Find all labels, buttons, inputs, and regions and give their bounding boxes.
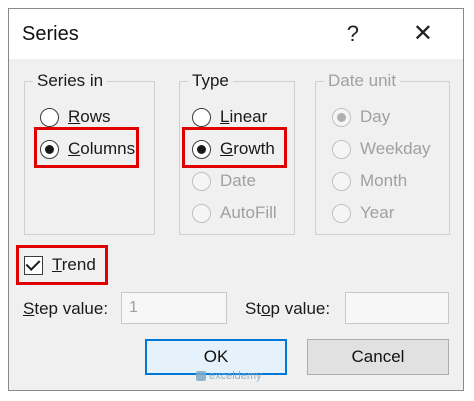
radio-autofill-circle: [192, 203, 211, 223]
radio-rows[interactable]: Rows: [40, 107, 111, 127]
radio-date-label: Date: [220, 171, 256, 190]
close-icon[interactable]: ✕: [413, 19, 433, 48]
exceldemy-logo-icon: [196, 371, 206, 381]
radio-day-label: Day: [360, 107, 391, 126]
stop-value-label: Stop value:: [245, 299, 331, 318]
watermark-text: exceldemy: [209, 370, 262, 382]
title-bar: Series ? ✕: [9, 9, 463, 59]
date-unit-label: Date unit: [324, 71, 401, 91]
help-button[interactable]: ?: [347, 21, 359, 47]
step-value-label: Step value:: [23, 299, 109, 318]
radio-day: Day: [332, 107, 390, 127]
radio-year: Year: [332, 203, 394, 223]
highlight-growth: [182, 127, 287, 168]
radio-day-circle: [332, 107, 351, 127]
watermark: exceldemy: [196, 370, 262, 382]
radio-linear-circle[interactable]: [192, 107, 211, 127]
radio-weekday-label: Weekday: [360, 139, 431, 158]
radio-year-label: Year: [360, 203, 395, 222]
radio-date: Date: [192, 171, 256, 191]
highlight-columns: [34, 127, 139, 168]
type-label: Type: [188, 71, 233, 91]
series-dialog: Series ? ✕ Series in Rows Columns Type L…: [8, 8, 464, 391]
radio-month-label: Month: [360, 171, 408, 190]
radio-autofill-label: AutoFill: [220, 203, 277, 222]
radio-rows-circle[interactable]: [40, 107, 59, 127]
radio-weekday: Weekday: [332, 139, 431, 159]
radio-autofill: AutoFill: [192, 203, 277, 223]
step-value-input[interactable]: 1: [121, 292, 227, 324]
radio-linear[interactable]: Linear: [192, 107, 267, 127]
radio-month-circle: [332, 171, 351, 191]
radio-rows-label: Rows: [68, 107, 111, 126]
highlight-trend: [16, 245, 108, 285]
stop-value-input[interactable]: [345, 292, 449, 324]
cancel-button[interactable]: Cancel: [307, 339, 449, 375]
radio-date-circle: [192, 171, 211, 191]
dialog-title: Series: [22, 23, 79, 45]
radio-month: Month: [332, 171, 407, 191]
series-in-label: Series in: [33, 71, 108, 91]
radio-year-circle: [332, 203, 351, 223]
radio-linear-label: Linear: [220, 107, 268, 126]
radio-weekday-circle: [332, 139, 351, 159]
